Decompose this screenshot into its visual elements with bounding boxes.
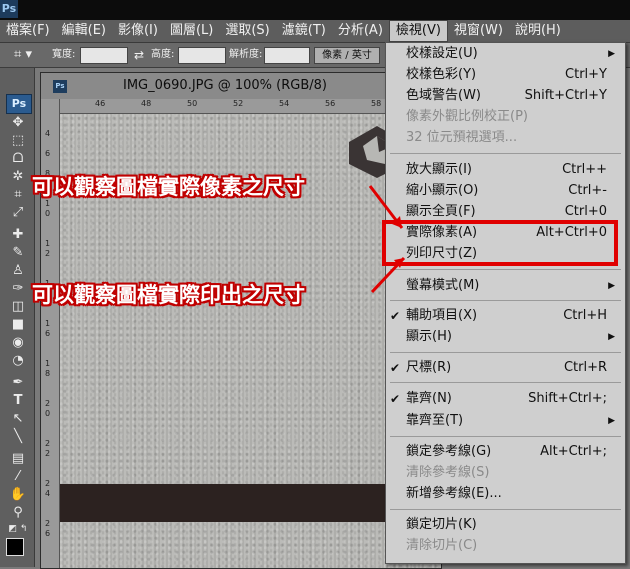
annotation-print-size: 可以觀察圖檔實際印出之尺寸 — [32, 283, 305, 307]
annotation-actual-pixels: 可以觀察圖檔實際像素之尺寸 — [32, 175, 305, 199]
